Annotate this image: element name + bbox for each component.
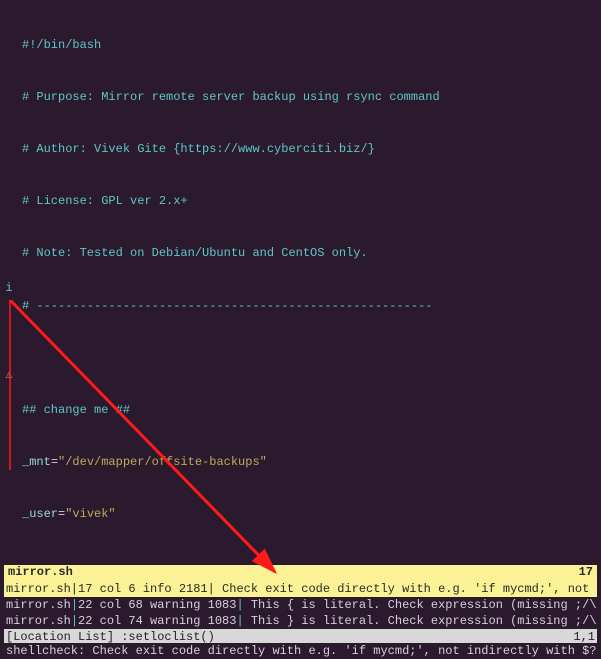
loclist-status-bar: [Location List] :setloclist() 1,1 [4, 629, 597, 643]
code-line: # License: GPL ver 2.x+ [22, 193, 597, 210]
loclist-row[interactable]: mirror.sh|22 col 68 warning 1083| This {… [4, 597, 597, 613]
command-line[interactable]: shellcheck: Check exit code directly wit… [4, 643, 597, 657]
editor-status-bar: mirror.sh 17 [4, 565, 597, 581]
gutter-sign-info: i [0, 280, 18, 297]
code-line: # Author: Vivek Gite {https://www.cyberc… [22, 141, 597, 158]
loclist-cursor-pos: 1,1 [573, 629, 595, 643]
status-line-number: 17 [579, 564, 593, 581]
code-line: # --------------------------------------… [22, 298, 597, 315]
code-area[interactable]: #!/bin/bash # Purpose: Mirror remote ser… [18, 0, 601, 550]
editor-pane[interactable]: i ⚠ #!/bin/bash # Purpose: Mirror remote… [0, 0, 601, 550]
code-line: #!/bin/bash [22, 37, 597, 54]
gutter-sign-warning: ⚠ [0, 367, 18, 384]
gutter: i ⚠ [0, 0, 18, 550]
code-line: # Note: Tested on Debian/Ubuntu and Cent… [22, 245, 597, 262]
code-line: _mnt="/dev/mapper/offsite-backups" [22, 454, 597, 471]
loclist-row-selected[interactable]: mirror.sh|17 col 6 info 2181| Check exit… [4, 581, 597, 597]
status-filename: mirror.sh [8, 564, 73, 581]
code-line: _user="vivek" [22, 506, 597, 523]
code-line [22, 350, 597, 367]
loclist-row[interactable]: mirror.sh|22 col 74 warning 1083| This }… [4, 613, 597, 629]
code-line: ## change me ## [22, 402, 597, 419]
code-line: # Purpose: Mirror remote server backup u… [22, 89, 597, 106]
